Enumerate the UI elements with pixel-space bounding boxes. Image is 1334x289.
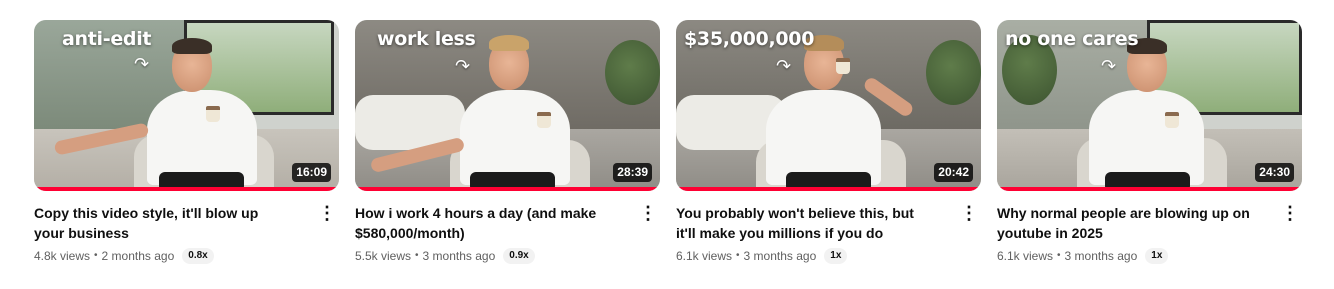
duration-badge: 28:39 xyxy=(613,163,652,182)
more-vert-icon: ⋮ xyxy=(960,203,978,223)
video-card: $35,000,000 ↷ 20:42 You probably won't b… xyxy=(676,20,981,265)
playback-speed-badge: 1x xyxy=(824,248,848,264)
separator-dot: • xyxy=(736,250,740,261)
plant xyxy=(605,40,660,105)
duration-badge: 16:09 xyxy=(292,163,331,182)
video-meta: 5.5k views • 3 months ago 0.9x xyxy=(355,247,632,265)
video-card: work less ↷ 28:39 How i work 4 hours a d… xyxy=(355,20,660,265)
duration-badge: 24:30 xyxy=(1255,163,1294,182)
person-hair xyxy=(172,38,212,54)
separator-dot: • xyxy=(94,250,98,261)
more-options-button[interactable]: ⋮ xyxy=(1278,201,1302,225)
more-options-button[interactable]: ⋮ xyxy=(957,201,981,225)
video-thumbnail[interactable]: anti-edit ↷ 16:09 xyxy=(34,20,339,191)
playback-speed-badge: 1x xyxy=(1145,248,1169,264)
coffee-cup xyxy=(206,106,220,122)
view-count: 4.8k views xyxy=(34,249,91,263)
video-thumbnail[interactable]: work less ↷ 28:39 xyxy=(355,20,660,191)
thumbnail-overlay-text: $35,000,000 xyxy=(684,28,815,50)
curved-arrow-icon: ↷ xyxy=(455,56,471,76)
playback-speed-badge: 0.8x xyxy=(182,248,214,264)
playback-speed-badge: 0.9x xyxy=(503,248,535,264)
video-grid: anti-edit ↷ 16:09 Copy this video style,… xyxy=(0,0,1334,289)
coffee-cup xyxy=(836,58,850,74)
video-title[interactable]: Why normal people are blowing up on yout… xyxy=(997,203,1252,243)
more-vert-icon: ⋮ xyxy=(639,203,657,223)
curved-arrow-icon: ↷ xyxy=(1101,56,1117,76)
video-thumbnail[interactable]: $35,000,000 ↷ 20:42 xyxy=(676,20,981,191)
video-title[interactable]: How i work 4 hours a day (and make $580,… xyxy=(355,203,610,243)
person-shirt xyxy=(460,90,570,185)
video-meta: 6.1k views • 3 months ago 1x xyxy=(997,247,1274,265)
video-meta: 4.8k views • 2 months ago 0.8x xyxy=(34,247,311,265)
separator-dot: • xyxy=(415,250,419,261)
person-shirt xyxy=(147,90,257,185)
video-details: Why normal people are blowing up on yout… xyxy=(997,191,1302,265)
video-title[interactable]: Copy this video style, it'll blow up you… xyxy=(34,203,289,243)
video-details: How i work 4 hours a day (and make $580,… xyxy=(355,191,660,265)
coffee-cup xyxy=(1165,112,1179,128)
person-hair xyxy=(489,35,529,51)
curved-arrow-icon: ↷ xyxy=(134,54,150,74)
upload-age: 3 months ago xyxy=(1064,249,1138,263)
video-card: anti-edit ↷ 16:09 Copy this video style,… xyxy=(34,20,339,265)
upload-age: 3 months ago xyxy=(743,249,817,263)
video-thumbnail[interactable]: no one cares ↷ 24:30 xyxy=(997,20,1302,191)
video-meta: 6.1k views • 3 months ago 1x xyxy=(676,247,953,265)
upload-age: 2 months ago xyxy=(101,249,175,263)
coffee-cup xyxy=(537,112,551,128)
video-details: Copy this video style, it'll blow up you… xyxy=(34,191,339,265)
more-vert-icon: ⋮ xyxy=(1281,203,1299,223)
thumbnail-overlay-text: anti-edit xyxy=(62,28,152,50)
more-options-button[interactable]: ⋮ xyxy=(636,201,660,225)
video-details: You probably won't believe this, but it'… xyxy=(676,191,981,265)
person-shirt xyxy=(1089,90,1204,185)
separator-dot: • xyxy=(1057,250,1061,261)
video-card: no one cares ↷ 24:30 Why normal people a… xyxy=(997,20,1302,265)
view-count: 6.1k views xyxy=(997,249,1054,263)
upload-age: 3 months ago xyxy=(422,249,496,263)
more-options-button[interactable]: ⋮ xyxy=(315,201,339,225)
view-count: 6.1k views xyxy=(676,249,733,263)
thumbnail-overlay-text: no one cares xyxy=(1005,28,1139,50)
person-shirt xyxy=(766,90,881,185)
view-count: 5.5k views xyxy=(355,249,412,263)
more-vert-icon: ⋮ xyxy=(318,203,336,223)
thumbnail-overlay-text: work less xyxy=(377,28,476,50)
duration-badge: 20:42 xyxy=(934,163,973,182)
curved-arrow-icon: ↷ xyxy=(776,56,792,76)
video-title[interactable]: You probably won't believe this, but it'… xyxy=(676,203,931,243)
plant xyxy=(926,40,981,105)
